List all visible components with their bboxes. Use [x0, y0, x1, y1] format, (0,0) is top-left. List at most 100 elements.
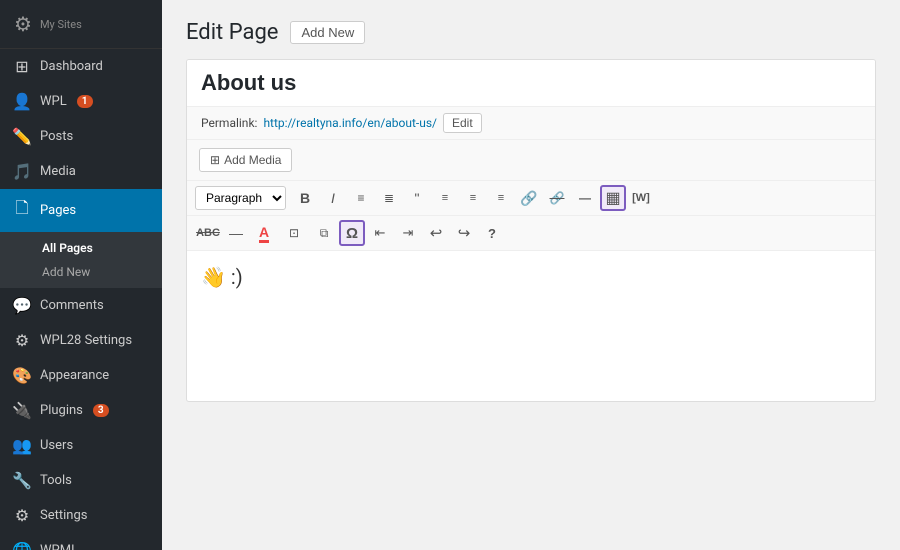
align-right-icon: ≡ — [498, 192, 504, 204]
permalink-edit-button[interactable]: Edit — [443, 113, 482, 133]
outdent-button[interactable]: ⇤ — [367, 220, 393, 246]
align-center-icon: ≡ — [470, 192, 476, 204]
add-media-button[interactable]: ⊞ Add Media — [199, 148, 292, 172]
table-icon: ▦ — [605, 188, 620, 208]
unlink-button[interactable]: 🔗 — [544, 185, 570, 211]
sidebar-item-comments[interactable]: 💬 Comments — [0, 288, 162, 323]
sidebar-item-tools[interactable]: 🔧 Tools — [0, 463, 162, 498]
clear-format-icon: ⧉ — [320, 226, 329, 241]
table-button[interactable]: ▦ — [600, 185, 626, 211]
align-center-button[interactable]: ≡ — [460, 185, 486, 211]
add-media-icon: ⊞ — [210, 153, 220, 167]
comments-icon: 💬 — [12, 296, 32, 315]
pages-submenu: All Pages Add New — [0, 232, 162, 288]
wpl-badge: 1 — [77, 95, 93, 108]
sidebar-item-users[interactable]: 👥 Users — [0, 428, 162, 463]
paragraph-select[interactable]: Paragraph — [195, 186, 286, 210]
sidebar-item-posts[interactable]: ✏️ Posts — [0, 119, 162, 154]
page-title: Edit Page — [186, 20, 278, 45]
main-content: Edit Page Add New Permalink: http://real… — [162, 0, 900, 550]
outdent-icon: ⇤ — [375, 225, 386, 241]
wpl-icon: 👤 — [12, 92, 32, 111]
help-button[interactable]: ? — [479, 220, 505, 246]
hr-button[interactable]: — — [572, 185, 598, 211]
toolbar-row-1: Paragraph B I ≡ ≣ " ≡ ≡ — [187, 181, 875, 216]
appearance-icon: 🎨 — [12, 366, 32, 385]
ul-button[interactable]: ≡ — [348, 185, 374, 211]
permalink-bar: Permalink: http://realtyna.info/en/about… — [187, 107, 875, 140]
permalink-url[interactable]: http://realtyna.info/en/about-us/ — [263, 116, 437, 130]
hr-icon: — — [579, 191, 591, 205]
indent-icon: ⇥ — [403, 225, 414, 241]
unlink-icon: 🔗 — [550, 191, 565, 205]
align-right-button[interactable]: ≡ — [488, 185, 514, 211]
clear-format-button[interactable]: ⧉ — [311, 220, 337, 246]
hr-line-icon: — — [229, 225, 243, 241]
media-icon: 🎵 — [12, 162, 32, 181]
bold-icon: B — [300, 190, 310, 206]
strikethrough-button[interactable]: ABC — [195, 220, 221, 246]
blockquote-button[interactable]: " — [404, 185, 430, 211]
italic-button[interactable]: I — [320, 185, 346, 211]
sidebar-item-wpl[interactable]: 👤 WPL 1 — [0, 84, 162, 119]
ol-button[interactable]: ≣ — [376, 185, 402, 211]
pages-arrow — [149, 206, 154, 216]
text-color-button[interactable]: A — [251, 220, 277, 246]
toolbar-row-2: ABC — A ⊡ ⧉ Ω ⇤ ⇥ ↩ — [187, 216, 875, 251]
sidebar-item-settings[interactable]: ⚙ Settings — [0, 498, 162, 533]
media-bar: ⊞ Add Media — [187, 140, 875, 181]
help-icon: ? — [488, 226, 496, 241]
pages-icon: 🗋 — [12, 197, 32, 224]
sidebar-item-dashboard[interactable]: ⊞ Dashboard — [0, 49, 162, 84]
sidebar-item-wpl28[interactable]: ⚙ WPL28 Settings — [0, 323, 162, 358]
sidebar-item-appearance[interactable]: 🎨 Appearance — [0, 358, 162, 393]
ol-icon: ≣ — [384, 191, 394, 205]
page-header: Edit Page Add New — [186, 20, 876, 45]
wp-icon: [W] — [632, 192, 650, 204]
link-icon: 🔗 — [520, 190, 537, 207]
sidebar-item-wpml[interactable]: 🌐 WPML — [0, 533, 162, 550]
paste-word-button[interactable]: ⊡ — [279, 220, 309, 246]
align-left-button[interactable]: ≡ — [432, 185, 458, 211]
strikethrough-icon: ABC — [196, 227, 220, 239]
sidebar-item-plugins[interactable]: 🔌 Plugins 3 — [0, 393, 162, 428]
content-text: 👋 :) — [201, 265, 243, 289]
editor-content[interactable]: 👋 :) — [187, 251, 875, 401]
paste-word-icon: ⊡ — [289, 226, 299, 240]
permalink-label: Permalink: — [201, 116, 257, 130]
omega-icon: Ω — [346, 225, 358, 242]
special-chars-button[interactable]: Ω — [339, 220, 365, 246]
editor-container: Permalink: http://realtyna.info/en/about… — [186, 59, 876, 402]
italic-icon: I — [331, 190, 335, 206]
plugins-icon: 🔌 — [12, 401, 32, 420]
tools-icon: 🔧 — [12, 471, 32, 490]
undo-icon: ↩ — [430, 224, 443, 242]
wpml-icon: 🌐 — [12, 541, 32, 550]
wp-logo: ⚙ My Sites — [0, 0, 162, 49]
indent-button[interactable]: ⇥ — [395, 220, 421, 246]
users-icon: 👥 — [12, 436, 32, 455]
link-button[interactable]: 🔗 — [516, 185, 542, 211]
submenu-add-new[interactable]: Add New — [0, 260, 162, 284]
add-new-button[interactable]: Add New — [290, 21, 365, 44]
undo-button[interactable]: ↩ — [423, 220, 449, 246]
blockquote-icon: " — [415, 190, 420, 206]
sidebar: ⚙ My Sites ⊞ Dashboard 👤 WPL 1 ✏️ Posts … — [0, 0, 162, 550]
submenu-all-pages[interactable]: All Pages — [0, 236, 162, 260]
sidebar-item-media[interactable]: 🎵 Media — [0, 154, 162, 189]
hr-line-button[interactable]: — — [223, 220, 249, 246]
wp-button[interactable]: [W] — [628, 185, 654, 211]
bold-button[interactable]: B — [292, 185, 318, 211]
text-color-icon: A — [259, 224, 269, 243]
redo-icon: ↪ — [458, 224, 471, 242]
wpl28-icon: ⚙ — [12, 331, 32, 350]
redo-button[interactable]: ↪ — [451, 220, 477, 246]
plugins-badge: 3 — [93, 404, 109, 417]
align-left-icon: ≡ — [442, 192, 448, 204]
sidebar-item-pages[interactable]: 🗋 Pages — [0, 189, 162, 232]
settings-icon: ⚙ — [12, 506, 32, 525]
dashboard-icon: ⊞ — [12, 57, 32, 76]
ul-icon: ≡ — [357, 191, 364, 205]
page-title-input[interactable] — [187, 60, 875, 107]
posts-icon: ✏️ — [12, 127, 32, 146]
